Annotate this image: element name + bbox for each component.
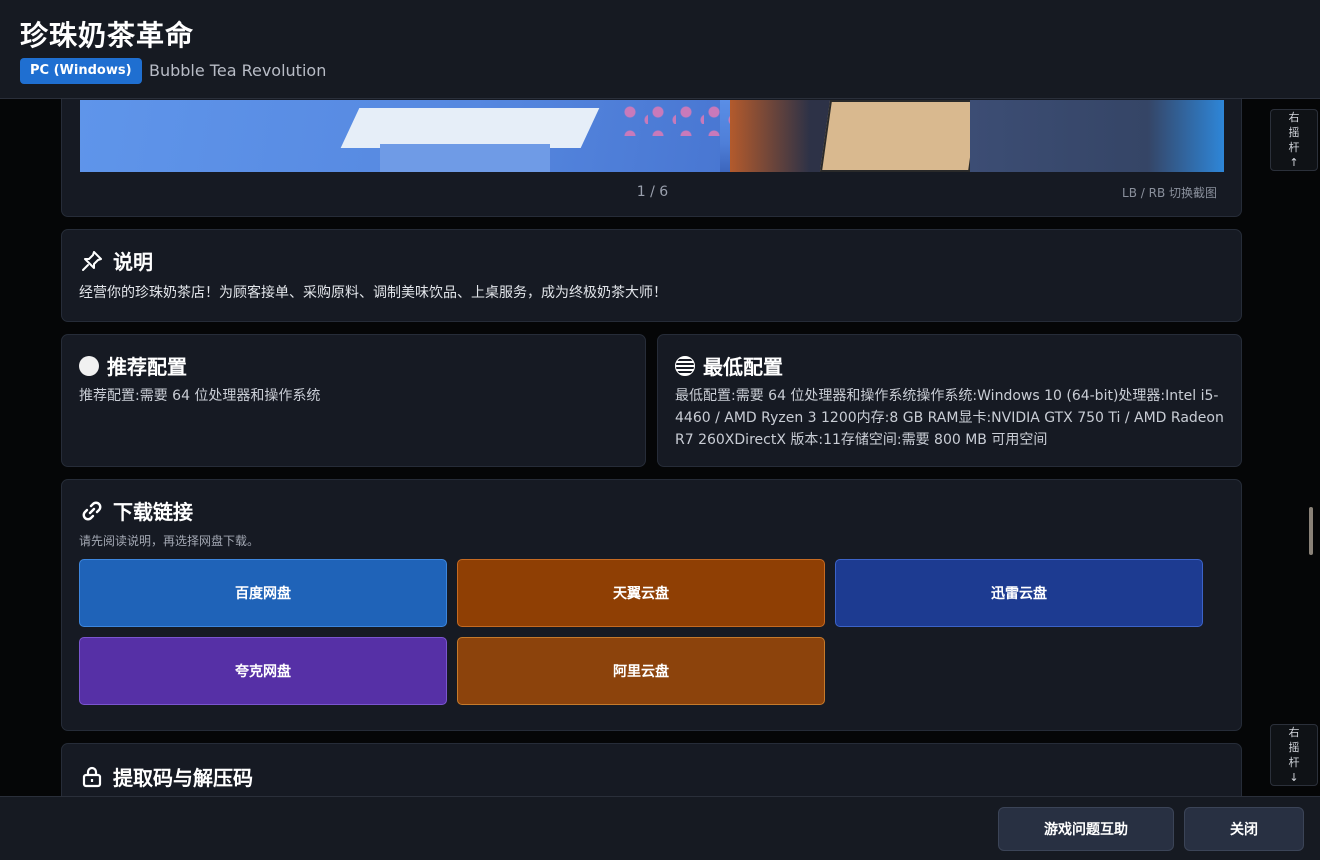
right-stick-up-hint: 右 摇 杆 ↑ [1270,109,1318,171]
main-content[interactable]: 1 / 6 LB / RB 切换截图 说明 经营你的珍珠奶茶店！为顾客接单、采购… [0,99,1320,796]
extract-heading: 提取码与解压码 [79,762,253,791]
link-icon [79,498,105,524]
download-links-card: 下载链接 请先阅读说明，再选择网盘下载。 百度网盘 天翼云盘 迅雷云盘 夸克网盘… [61,479,1242,731]
recommended-title: 推荐配置 [107,355,187,379]
quark-pan-button[interactable]: 夸克网盘 [79,637,447,705]
download-title: 下载链接 [113,500,193,524]
game-screenshot [80,100,1224,172]
english-title: Bubble Tea Revolution [149,61,327,80]
ali-cloud-button[interactable]: 阿里云盘 [457,637,825,705]
description-text: 经营你的珍珠奶茶店！为顾客接单、采购原料、调制美味饮品、上桌服务，成为终极奶茶大… [79,285,667,301]
recommended-config-card: 推荐配置 推荐配置:需要 64 位处理器和操作系统 [61,334,646,467]
lock-icon [79,764,105,790]
download-hint: 请先阅读说明，再选择网盘下载。 [79,534,260,548]
minimum-config-card: 最低配置 最低配置:需要 64 位处理器和操作系统操作系统:Windows 10… [657,334,1242,467]
screenshot-counter: 1 / 6 [636,184,669,200]
platform-badge: PC (Windows) [20,58,142,84]
scrollbar-thumb[interactable] [1309,507,1313,555]
recommended-text: 推荐配置:需要 64 位处理器和操作系统 [79,388,321,404]
arrow-down-icon: ↓ [1289,771,1299,784]
arrow-up-icon: ↑ [1289,156,1299,169]
minimum-heading: 最低配置 [675,351,783,380]
header: 珍珠奶茶革命 PC (Windows) Bubble Tea Revolutio… [0,0,1320,99]
extract-title: 提取码与解压码 [113,766,253,790]
xunlei-cloud-button[interactable]: 迅雷云盘 [835,559,1203,627]
page-title: 珍珠奶茶革命 [20,19,195,52]
description-title: 说明 [113,250,153,274]
download-heading: 下载链接 [79,496,193,525]
description-card: 说明 经营你的珍珠奶茶店！为顾客接单、采购原料、调制美味饮品、上桌服务，成为终极… [61,229,1242,322]
circle-icon [79,355,99,376]
screenshot-carousel[interactable]: 1 / 6 LB / RB 切换截图 [61,99,1242,217]
close-button[interactable]: 关闭 [1184,807,1304,851]
disc-icon [675,355,695,376]
minimum-text: 最低配置:需要 64 位处理器和操作系统操作系统:Windows 10 (64-… [675,388,1224,448]
baidu-pan-button[interactable]: 百度网盘 [79,559,447,627]
tianyi-cloud-button[interactable]: 天翼云盘 [457,559,825,627]
right-stick-down-hint: 右 摇 杆 ↓ [1270,724,1318,786]
recommended-heading: 推荐配置 [79,351,187,380]
description-heading: 说明 [79,246,153,275]
minimum-title: 最低配置 [703,355,783,379]
footer: 游戏问题互助 关闭 [0,796,1320,860]
game-help-button[interactable]: 游戏问题互助 [998,807,1174,851]
pin-icon [79,248,105,274]
screenshot-switch-hint: LB / RB 切换截图 [1122,186,1217,200]
extract-code-card: 提取码与解压码 [61,743,1242,796]
